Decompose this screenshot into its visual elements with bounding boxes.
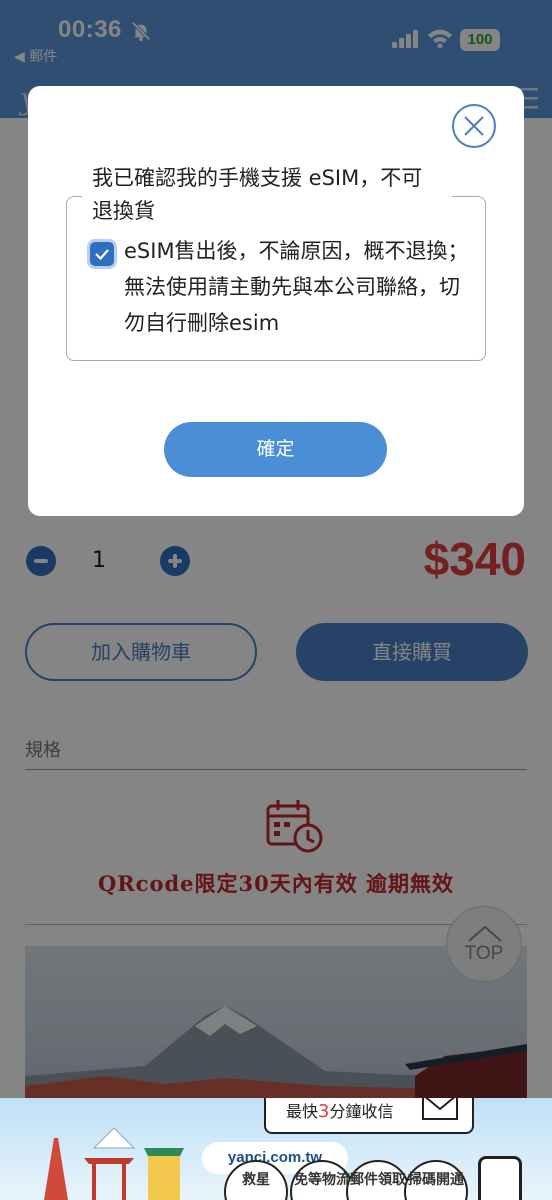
refund-policy-checkbox[interactable]: [90, 242, 114, 266]
envelope-icon: [422, 1098, 458, 1120]
ad-bubble-text: 最快3分鐘收信: [286, 1098, 393, 1122]
confirm-button[interactable]: 確定: [164, 422, 387, 477]
esim-confirm-dialog: 我已確認我的手機支援 eSIM，不可退換貨 eSIM售出後，不論原因，概不退換；…: [28, 86, 524, 516]
ad-speech-bubble: 最快3分鐘收信: [264, 1098, 474, 1134]
close-icon: [464, 116, 484, 136]
ad-badge: 郵件領取: [346, 1160, 410, 1200]
ad-bubble-prefix: 最快: [286, 1102, 319, 1121]
ad-badge: 掃碼開通: [404, 1160, 468, 1200]
phone-icon: [478, 1156, 522, 1200]
refund-policy-label[interactable]: eSIM售出後，不論原因，概不退換；無法使用請主動先與本公司聯絡，切勿自行刪除e…: [124, 233, 469, 341]
footer-ad-banner[interactable]: 最快3分鐘收信 yanci.com.tw 救星 免等物流 郵件領取 掃碼開通: [0, 1098, 552, 1200]
japan-landmarks-illustration: [44, 1127, 184, 1200]
ad-bubble-suffix: 分鐘收信: [329, 1102, 394, 1121]
ad-bubble-highlight: 3: [318, 1101, 330, 1122]
close-button[interactable]: [452, 104, 496, 148]
checkmark-icon: [95, 249, 109, 261]
fieldset-legend: 我已確認我的手機支援 eSIM，不可退換貨: [82, 162, 452, 228]
